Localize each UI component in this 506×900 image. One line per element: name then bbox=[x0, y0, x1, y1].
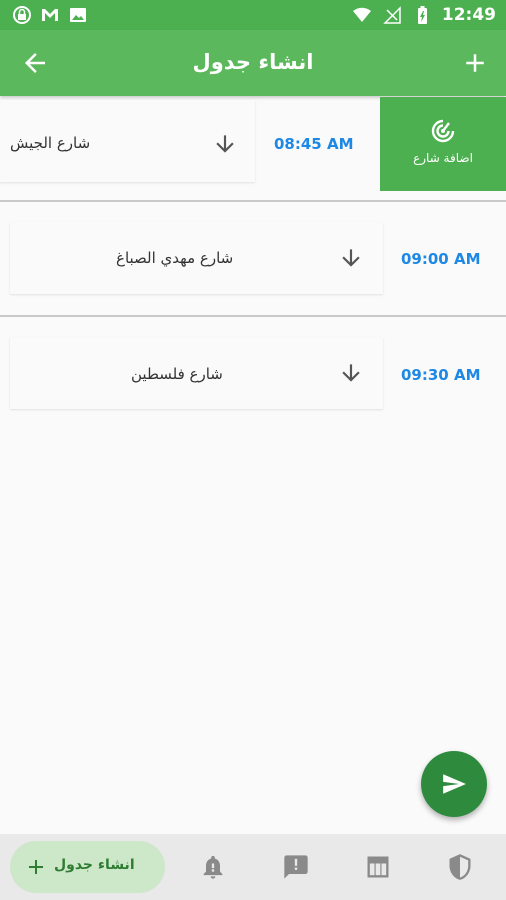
bottom-nav: انشاء جدول bbox=[0, 834, 506, 900]
lock-globe-icon bbox=[13, 6, 31, 24]
feedback-icon[interactable] bbox=[282, 853, 310, 881]
battery-icon bbox=[417, 6, 427, 24]
plus-icon[interactable] bbox=[460, 48, 490, 78]
arrow-down-icon[interactable] bbox=[212, 131, 238, 157]
nav-item-label: انشاء جدول bbox=[54, 857, 135, 873]
send-button[interactable] bbox=[421, 751, 487, 817]
radar-icon bbox=[431, 119, 455, 143]
no-signal-icon bbox=[383, 6, 401, 24]
time-label[interactable]: 09:30 AM bbox=[401, 366, 481, 384]
add-street-label: اضافة شارع bbox=[413, 151, 473, 165]
nav-item-create-schedule[interactable]: انشاء جدول bbox=[10, 841, 165, 893]
app-bar: انشاء جدول bbox=[0, 30, 506, 96]
street-name: شارع مهدي الصباغ bbox=[116, 249, 234, 267]
bell-icon[interactable] bbox=[199, 853, 227, 881]
image-icon bbox=[70, 8, 86, 22]
arrow-down-icon[interactable] bbox=[338, 360, 364, 386]
gmail-icon bbox=[42, 9, 58, 21]
plus-icon bbox=[29, 860, 43, 874]
add-street-button[interactable]: اضافة شارع bbox=[380, 97, 506, 191]
arrow-down-icon[interactable] bbox=[338, 245, 364, 271]
table-icon[interactable] bbox=[364, 853, 392, 881]
street-name: شارع فلسطين bbox=[131, 365, 223, 383]
shield-icon[interactable] bbox=[446, 853, 474, 881]
divider bbox=[0, 315, 506, 317]
page-title: انشاء جدول bbox=[192, 50, 314, 74]
status-time: 12:49 bbox=[441, 5, 496, 25]
status-bar: 12:49 bbox=[0, 0, 506, 30]
wifi-icon bbox=[352, 7, 371, 22]
divider bbox=[0, 200, 506, 202]
time-label[interactable]: 09:00 AM bbox=[401, 250, 481, 268]
street-name: شارع الجيش bbox=[10, 134, 91, 152]
time-label[interactable]: 08:45 AM bbox=[274, 135, 354, 153]
send-icon bbox=[443, 774, 466, 794]
